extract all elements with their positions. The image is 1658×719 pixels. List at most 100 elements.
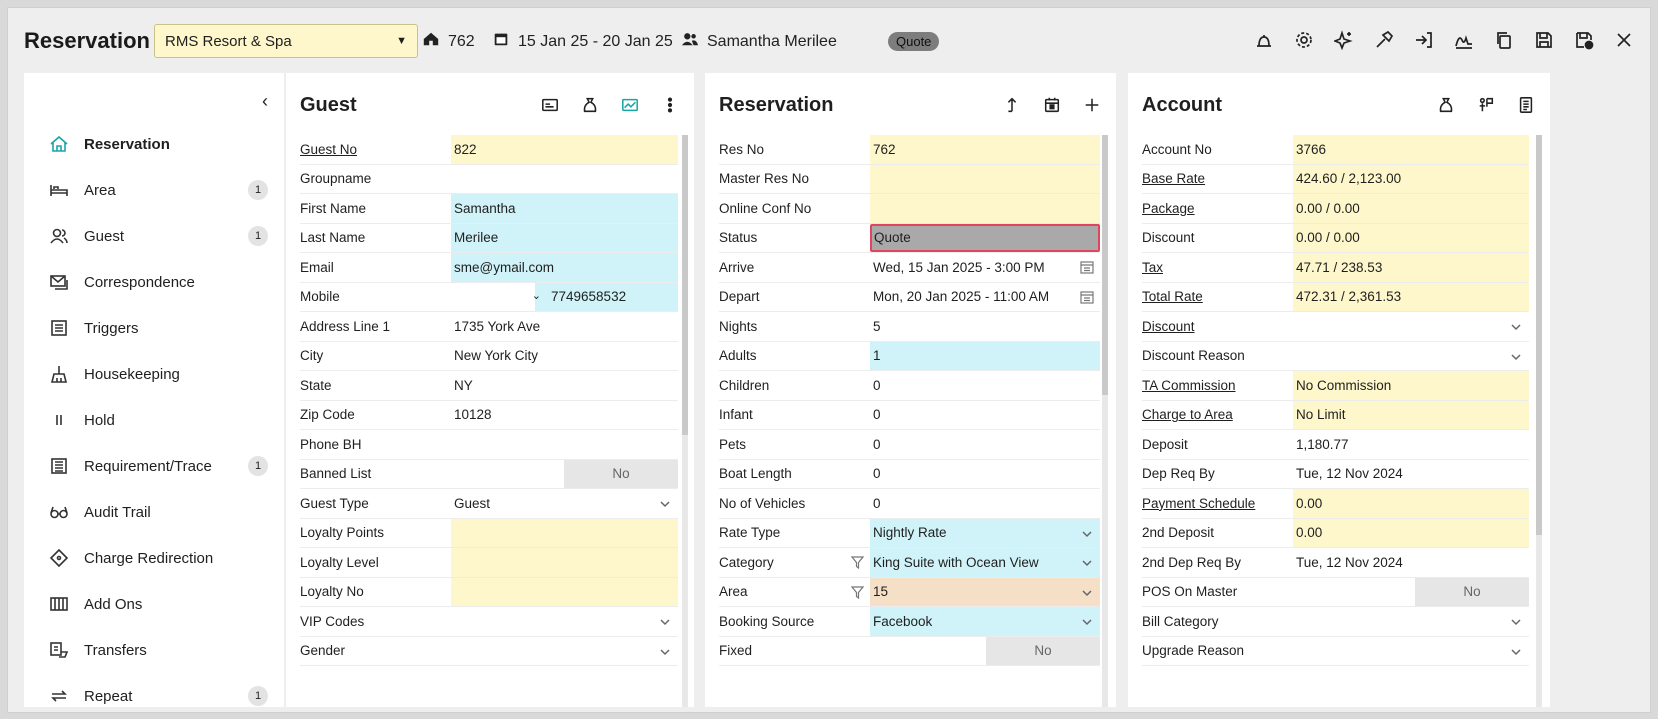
tax-link[interactable]: Tax: [1142, 253, 1293, 282]
bell-icon[interactable]: [1254, 30, 1274, 50]
tax-field[interactable]: 47.71 / 238.53: [1293, 253, 1529, 282]
sidebar-item-triggers[interactable]: Triggers: [24, 305, 284, 351]
close-icon[interactable]: [1614, 30, 1634, 50]
sidebar-item-area[interactable]: Area 1: [24, 167, 284, 213]
copy-icon[interactable]: [1494, 30, 1514, 50]
save-icon[interactable]: [1534, 30, 1554, 50]
discount-reason-select[interactable]: [1293, 342, 1529, 371]
package-link[interactable]: Package: [1142, 194, 1293, 223]
children-field[interactable]: 0: [870, 371, 1100, 400]
ta-commission-field[interactable]: No Commission: [1293, 371, 1529, 400]
area-select[interactable]: 15: [870, 577, 1100, 606]
sidebar-item-charge-redirection[interactable]: Charge Redirection: [24, 535, 284, 581]
guest-scrollbar[interactable]: [682, 135, 688, 707]
banned-list-toggle[interactable]: No: [564, 459, 678, 488]
arrive-field[interactable]: Wed, 15 Jan 2025 - 3:00 PM: [870, 253, 1100, 282]
first-name-field[interactable]: Samantha: [451, 194, 678, 223]
filter-icon[interactable]: [850, 585, 865, 599]
more-vertical-icon[interactable]: [660, 95, 680, 115]
second-dep-req-by-field[interactable]: Tue, 12 Nov 2024: [1293, 548, 1529, 577]
ta-commission-link[interactable]: TA Commission: [1142, 371, 1293, 400]
scroll-thumb[interactable]: [1102, 135, 1108, 395]
dep-req-by-field[interactable]: Tue, 12 Nov 2024: [1293, 460, 1529, 489]
sidebar-item-housekeeping[interactable]: Housekeeping: [24, 351, 284, 397]
res-no-field[interactable]: 762: [870, 135, 1100, 164]
calendar-icon[interactable]: [1080, 290, 1094, 304]
guest-no-label[interactable]: Guest No: [300, 135, 451, 164]
pos-on-master-toggle[interactable]: No: [1415, 577, 1529, 606]
email-field[interactable]: sme@ymail.com: [451, 253, 678, 282]
nights-field[interactable]: 5: [870, 312, 1100, 341]
base-rate-link[interactable]: Base Rate: [1142, 165, 1293, 194]
discount-link[interactable]: Discount: [1142, 312, 1293, 341]
sidebar-item-transfers[interactable]: Transfers: [24, 627, 284, 673]
phone-bh-field[interactable]: [451, 430, 678, 459]
city-field[interactable]: New York City: [451, 342, 678, 371]
depart-field[interactable]: Mon, 20 Jan 2025 - 11:00 AM: [870, 283, 1100, 312]
infant-field[interactable]: 0: [870, 401, 1100, 430]
sidebar-item-hold[interactable]: Hold: [24, 397, 284, 443]
sidebar-item-reservation[interactable]: Reservation: [24, 121, 284, 167]
scroll-thumb[interactable]: [682, 135, 688, 435]
booking-source-select[interactable]: Facebook: [870, 607, 1100, 636]
status-select[interactable]: Quote: [870, 223, 1100, 252]
sidebar-item-add-ons[interactable]: Add Ons: [24, 581, 284, 627]
sidebar-item-requirement-trace[interactable]: Requirement/Trace 1: [24, 443, 284, 489]
boat-length-field[interactable]: 0: [870, 460, 1100, 489]
sparkle-icon[interactable]: [1334, 30, 1354, 50]
person-flag-icon[interactable]: [1476, 95, 1496, 115]
pets-field[interactable]: 0: [870, 430, 1100, 459]
zip-code-field[interactable]: 10128: [451, 401, 678, 430]
charge-to-area-field[interactable]: No Limit: [1293, 400, 1529, 429]
loyalty-no-field[interactable]: [451, 577, 678, 606]
deposit-field[interactable]: 1,180.77: [1293, 430, 1529, 459]
scroll-thumb[interactable]: [1536, 135, 1542, 535]
category-select[interactable]: King Suite with Ocean View: [870, 548, 1100, 577]
loyalty-level-field[interactable]: [451, 548, 678, 577]
sidebar-item-audit-trail[interactable]: Audit Trail: [24, 489, 284, 535]
gear-icon[interactable]: [1294, 30, 1314, 50]
base-rate-field[interactable]: 424.60 / 2,123.00: [1293, 164, 1529, 193]
property-select[interactable]: RMS Resort & Spa ▼: [154, 24, 418, 58]
sidebar-item-guest[interactable]: Guest 1: [24, 213, 284, 259]
country-code-select[interactable]: ⌄: [451, 282, 541, 311]
total-rate-field[interactable]: 472.31 / 2,361.53: [1293, 282, 1529, 311]
discount-select[interactable]: [1293, 312, 1529, 341]
payment-schedule-link[interactable]: Payment Schedule: [1142, 489, 1293, 518]
second-deposit-field[interactable]: 0.00: [1293, 518, 1529, 547]
state-field[interactable]: NY: [451, 371, 678, 400]
id-card-icon[interactable]: [540, 95, 560, 115]
check-in-icon[interactable]: [1414, 30, 1434, 50]
money-bag-icon[interactable]: [1436, 95, 1456, 115]
discount-amount-field[interactable]: 0.00 / 0.00: [1293, 223, 1529, 252]
sidebar-item-correspondence[interactable]: Correspondence: [24, 259, 284, 305]
guest-no-field[interactable]: 822: [451, 135, 678, 164]
rate-type-select[interactable]: Nightly Rate: [870, 518, 1100, 547]
last-name-field[interactable]: Merilee: [451, 223, 678, 252]
money-bag-icon[interactable]: [580, 95, 600, 115]
reservation-scrollbar[interactable]: [1102, 135, 1108, 707]
filter-icon[interactable]: [850, 556, 865, 570]
move-up-icon[interactable]: [1002, 95, 1022, 115]
vip-codes-select[interactable]: [451, 607, 678, 636]
calendar-add-icon[interactable]: [1042, 95, 1062, 115]
vehicles-field[interactable]: 0: [870, 489, 1100, 518]
payment-schedule-field[interactable]: 0.00: [1293, 489, 1529, 518]
charge-to-area-link[interactable]: Charge to Area: [1142, 401, 1293, 430]
save-close-icon[interactable]: [1574, 30, 1594, 50]
online-conf-no-field[interactable]: [870, 194, 1100, 223]
sidebar-item-repeat[interactable]: Repeat 1: [24, 673, 284, 719]
chart-card-icon[interactable]: [620, 95, 640, 115]
invoice-icon[interactable]: [1516, 95, 1536, 115]
mobile-field[interactable]: 7749658532: [551, 289, 626, 304]
collapse-sidebar-icon[interactable]: ‹: [262, 91, 268, 112]
plus-icon[interactable]: [1082, 95, 1102, 115]
loyalty-points-field[interactable]: [451, 518, 678, 547]
guest-type-select[interactable]: Guest: [451, 489, 678, 518]
address-field[interactable]: 1735 York Ave: [451, 312, 678, 341]
fixed-toggle[interactable]: No: [986, 636, 1100, 665]
signature-icon[interactable]: [1454, 30, 1474, 50]
total-rate-link[interactable]: Total Rate: [1142, 283, 1293, 312]
gender-select[interactable]: [451, 637, 678, 666]
upgrade-reason-select[interactable]: [1293, 637, 1529, 666]
